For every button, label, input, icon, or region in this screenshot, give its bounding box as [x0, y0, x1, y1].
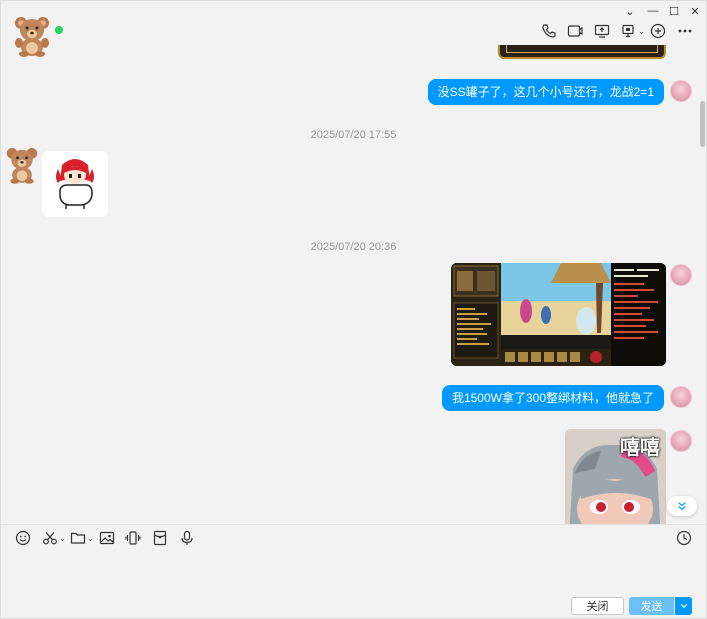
send-button[interactable]: 发送 [629, 597, 674, 615]
more-icon[interactable] [675, 21, 695, 41]
peer-avatar-small[interactable] [5, 145, 39, 185]
video-icon[interactable] [565, 21, 585, 41]
message-timestamp: 2025/07/20 17:55 [310, 129, 397, 141]
red-packet-icon[interactable] [152, 530, 168, 546]
chevron-down-icon[interactable]: ⌄ [620, 3, 640, 19]
history-icon[interactable] [676, 530, 692, 546]
shake-icon[interactable] [125, 530, 141, 546]
mic-icon[interactable] [179, 530, 195, 546]
chat-scrollbar[interactable] [700, 101, 705, 147]
send-options-button[interactable] [675, 597, 692, 615]
maximize-button[interactable]: ☐ [664, 3, 684, 19]
remote-assist-icon[interactable]: ⌄ [620, 21, 646, 41]
message-timestamp: 2025/07/20 20:36 [310, 241, 397, 253]
add-member-icon[interactable] [648, 21, 668, 41]
input-toolbar: ⌄ ⌄ [1, 525, 706, 551]
meme-caption: 嘻嘻 [620, 437, 660, 459]
online-status-dot [55, 26, 63, 34]
my-avatar[interactable] [670, 430, 692, 452]
chat-window: ⌄ — ☐ ✕ ⌄ 没SS罐子了，这几个小号还行，龙战2=1 2025/07/2… [0, 0, 707, 619]
my-avatar[interactable] [670, 80, 692, 102]
game-screenshot-image[interactable] [451, 263, 666, 366]
scissors-icon[interactable]: ⌄ [42, 530, 66, 546]
scroll-to-bottom-button[interactable] [667, 496, 697, 516]
close-window-button[interactable]: ✕ [685, 3, 705, 19]
screen-share-icon[interactable] [592, 21, 612, 41]
message-input[interactable] [9, 553, 699, 593]
meme-sticker[interactable]: 嘻嘻 [565, 429, 666, 524]
message-bubble-outgoing[interactable]: 没SS罐子了，这几个小号还行，龙战2=1 [427, 79, 664, 105]
title-bar: ⌄ — ☐ ✕ ⌄ [1, 1, 706, 57]
message-bubble-outgoing[interactable]: 我1500W拿了300整绑材料，他就急了 [441, 385, 664, 411]
close-button[interactable]: 关闭 [571, 597, 624, 615]
image-icon[interactable] [99, 530, 115, 546]
chevron-down-icon [680, 604, 687, 608]
folder-icon[interactable]: ⌄ [70, 530, 94, 546]
phone-icon[interactable] [539, 21, 559, 41]
my-avatar[interactable] [670, 264, 692, 286]
emoji-icon[interactable] [15, 530, 31, 546]
my-avatar[interactable] [670, 386, 692, 408]
message-list[interactable]: 没SS罐子了，这几个小号还行，龙战2=1 2025/07/20 17:55 20… [1, 45, 706, 524]
previous-image-message[interactable] [498, 45, 666, 59]
double-chevron-down-icon [678, 502, 686, 511]
anime-girl-sticker[interactable] [42, 151, 108, 217]
minimize-button[interactable]: — [643, 3, 663, 19]
